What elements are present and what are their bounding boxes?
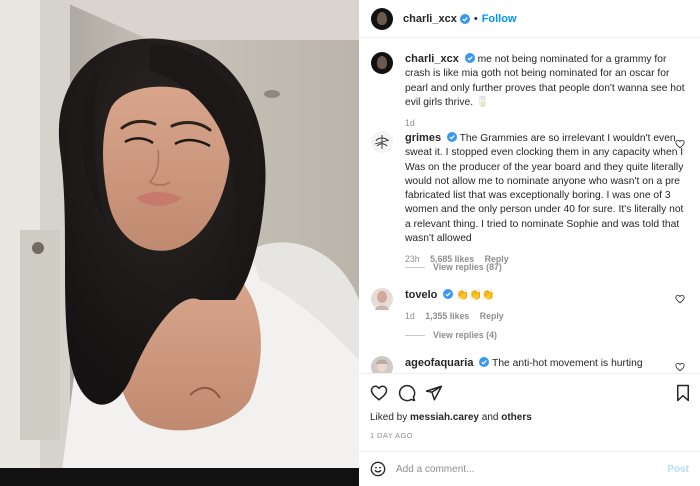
commenter-avatar[interactable]	[371, 356, 393, 373]
post-photo[interactable]	[0, 0, 359, 486]
save-bookmark-icon[interactable]	[674, 384, 692, 402]
verified-badge-icon	[446, 132, 457, 142]
caption-age: 1d	[405, 118, 415, 129]
verified-badge-icon	[459, 13, 470, 24]
comments-scroll-area[interactable]: charli_xcx me not being nominated for a …	[359, 39, 700, 373]
post-timestamp[interactable]: 1 DAY AGO	[370, 431, 413, 440]
author-avatar[interactable]	[371, 7, 393, 30]
verified-badge-icon	[443, 289, 454, 299]
view-replies-button[interactable]: View replies (87)	[405, 262, 502, 272]
post-comment-button[interactable]: Post	[667, 464, 689, 475]
likes-summary: Liked by messiah.carey and others	[370, 412, 532, 423]
comment-body: grimes The Grammies are so irrelevant I …	[405, 131, 685, 267]
verified-badge-icon	[479, 357, 490, 367]
view-replies-button[interactable]: View replies (4)	[405, 330, 497, 340]
comment-text: The anti-hot movement is hurting	[492, 358, 643, 369]
add-comment-bar: Post	[359, 451, 700, 486]
like-comment-heart-icon[interactable]	[675, 294, 685, 304]
comment-username[interactable]: ageofaquaria	[405, 357, 473, 369]
commenter-avatar[interactable]	[371, 131, 393, 153]
author-username[interactable]: charli_xcx	[403, 13, 457, 25]
add-comment-input[interactable]	[396, 463, 668, 475]
comment-meta: 1d 1,355 likes Reply	[405, 309, 685, 323]
likes-prefix: Liked by	[370, 412, 408, 423]
comment-body: ageofaquaria The anti-hot movement is hu…	[405, 356, 685, 371]
header-separator: •	[473, 12, 478, 25]
comment-text: The Grammies are so irrelevant I wouldn'…	[405, 133, 684, 245]
reply-divider-line	[405, 334, 425, 336]
comment-username[interactable]: grimes	[405, 132, 441, 144]
post-details-panel: charli_xcx • Follow charli_xcx me not be…	[359, 0, 700, 486]
portrait-image	[0, 0, 359, 486]
comment-age: 1d	[405, 311, 415, 322]
like-comment-heart-icon[interactable]	[675, 139, 685, 149]
caption-meta: 1d	[405, 116, 685, 130]
commenter-avatar[interactable]	[371, 288, 393, 310]
like-heart-icon[interactable]	[370, 384, 388, 402]
post-modal: charli_xcx • Follow charli_xcx me not be…	[0, 0, 700, 486]
comment-likes[interactable]: 1,355 likes	[425, 311, 469, 321]
emoji-icon[interactable]	[370, 461, 386, 477]
comment-username[interactable]: tovelo	[405, 289, 437, 301]
view-replies-label: View replies (87)	[433, 262, 502, 272]
header-user-row: charli_xcx • Follow	[403, 13, 517, 25]
view-replies-label: View replies (4)	[433, 330, 497, 340]
likes-joiner: and	[481, 412, 499, 423]
like-comment-heart-icon[interactable]	[675, 362, 685, 372]
caption-avatar[interactable]	[371, 52, 393, 74]
action-bar	[359, 373, 700, 413]
comment-bubble-icon[interactable]	[398, 384, 416, 402]
liked-by-user-link[interactable]: messiah.carey	[410, 412, 479, 423]
liked-by-others-link[interactable]: others	[501, 412, 532, 423]
comment-text: 👏👏👏	[456, 290, 495, 301]
post-header: charli_xcx • Follow	[359, 0, 700, 38]
reply-divider-line	[405, 266, 425, 268]
reply-button[interactable]: Reply	[480, 311, 504, 321]
verified-badge-icon	[464, 53, 475, 63]
share-paper-plane-icon[interactable]	[425, 384, 443, 402]
caption-body: charli_xcx me not being nominated for a …	[405, 52, 685, 130]
comment-body: tovelo 👏👏👏 1d 1,355 likes Reply	[405, 288, 685, 324]
caption-username[interactable]: charli_xcx	[405, 53, 459, 65]
follow-button[interactable]: Follow	[482, 13, 517, 25]
